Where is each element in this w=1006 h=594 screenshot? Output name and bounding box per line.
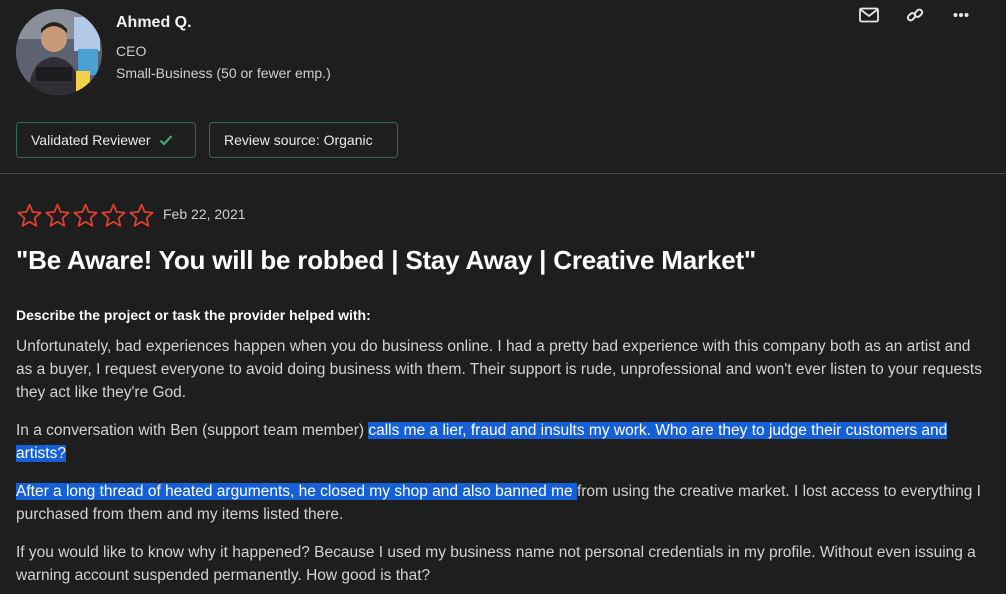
divider: [0, 173, 1006, 174]
highlighted-text: After a long thread of heated arguments,…: [16, 483, 577, 500]
review-title: "Be Aware! You will be robbed | Stay Awa…: [16, 245, 757, 275]
review-date: Feb 22, 2021: [163, 206, 246, 222]
paragraph-2-text: In a conversation with Ben (support team…: [16, 422, 369, 439]
reviewer-company-size: Small-Business (50 or fewer emp.): [116, 65, 331, 81]
review-question: Describe the project or task the provide…: [16, 307, 371, 323]
review-paragraph-3: After a long thread of heated arguments,…: [16, 480, 988, 526]
rating-stars: [16, 203, 155, 228]
copy-link-button[interactable]: [892, 4, 938, 26]
link-icon: [906, 8, 924, 22]
validated-reviewer-badge: Validated Reviewer: [16, 122, 196, 158]
mail-icon: [859, 7, 879, 23]
more-icon: [953, 13, 969, 17]
review-source-badge: Review source: Organic: [209, 122, 398, 158]
avatar: [16, 9, 102, 95]
star-empty-icon: [73, 203, 98, 227]
more-options-button[interactable]: [938, 4, 984, 26]
reviewer-name: Ahmed Q.: [116, 14, 192, 31]
validated-reviewer-label: Validated Reviewer: [31, 132, 151, 148]
review-paragraph-4: If you would like to know why it happene…: [16, 544, 976, 584]
star-empty-icon: [101, 203, 126, 227]
review-source-label: Review source: Organic: [224, 132, 373, 148]
star-empty-icon: [129, 203, 154, 227]
star-empty-icon: [45, 203, 70, 227]
star-empty-icon: [17, 203, 42, 227]
mail-button[interactable]: [846, 4, 892, 26]
check-icon: [159, 135, 172, 146]
reviewer-title: CEO: [116, 43, 147, 59]
header-actions: [846, 4, 984, 26]
review-paragraph-2: In a conversation with Ben (support team…: [16, 419, 988, 465]
review-paragraph-1: Unfortunately, bad experiences happen wh…: [16, 338, 982, 401]
